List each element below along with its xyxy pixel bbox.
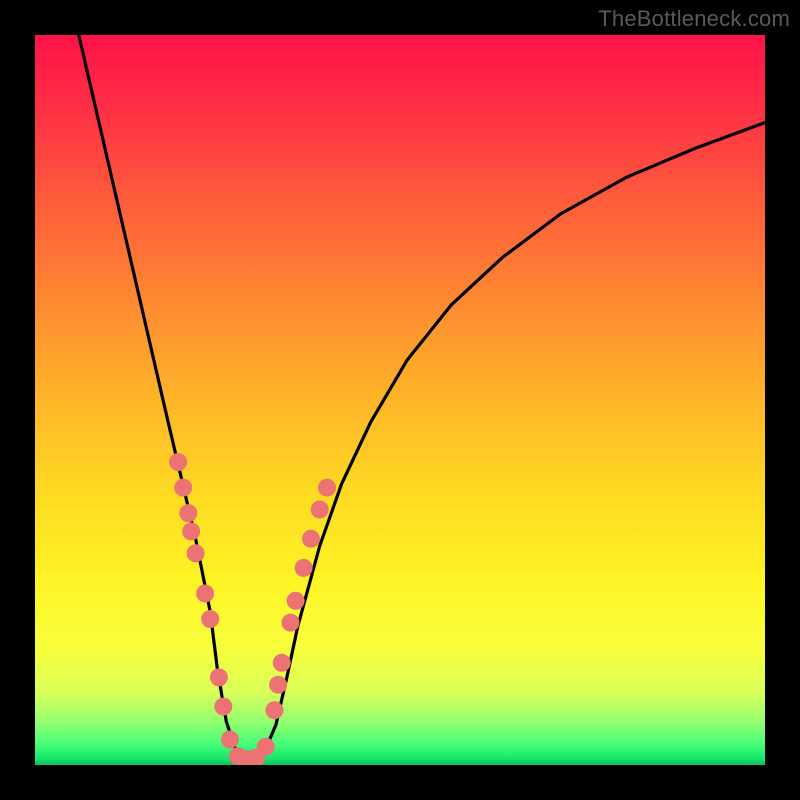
bottleneck-curve — [79, 35, 765, 758]
data-marker — [318, 479, 336, 497]
data-marker — [201, 610, 219, 628]
data-marker — [210, 668, 228, 686]
chart-svg — [35, 35, 765, 765]
chart-container: TheBottleneck.com — [0, 0, 800, 800]
data-marker — [257, 738, 275, 756]
data-marker — [265, 701, 283, 719]
data-marker — [182, 522, 200, 540]
data-marker — [269, 676, 287, 694]
data-marker — [174, 479, 192, 497]
data-marker — [214, 698, 232, 716]
data-marker — [196, 584, 214, 602]
plot-area — [35, 35, 765, 765]
data-markers — [169, 453, 336, 765]
data-marker — [287, 592, 305, 610]
data-marker — [311, 501, 329, 519]
data-marker — [282, 614, 300, 632]
data-marker — [179, 504, 197, 522]
data-marker — [295, 559, 313, 577]
data-marker — [187, 544, 205, 562]
data-marker — [273, 654, 291, 672]
data-marker — [302, 530, 320, 548]
data-marker — [221, 730, 239, 748]
watermark-text: TheBottleneck.com — [598, 6, 790, 32]
data-marker — [169, 453, 187, 471]
